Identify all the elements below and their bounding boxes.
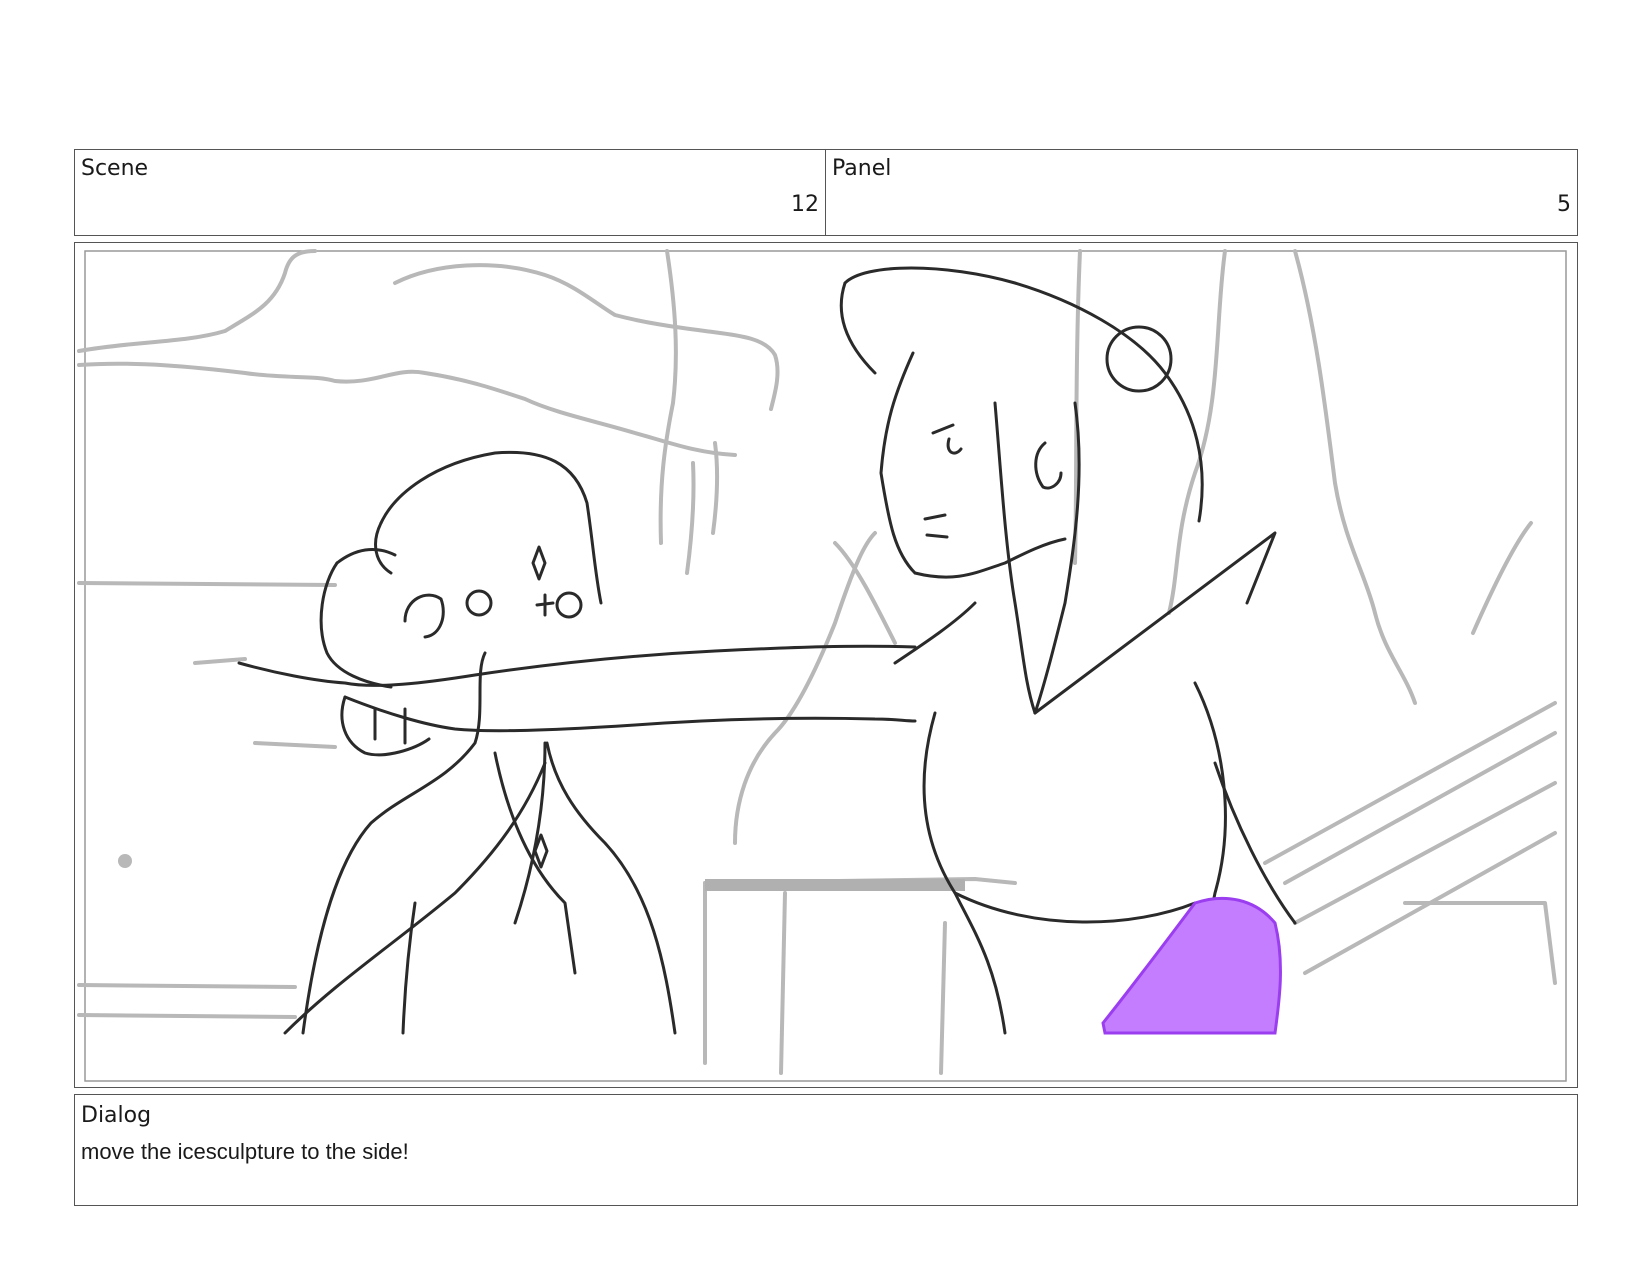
panel-number: 5 [1557, 192, 1571, 217]
scene-field: Scene 12 [74, 149, 826, 236]
dialog-text: move the icesculpture to the side! [81, 1139, 409, 1164]
panel-field: Panel 5 [825, 149, 1578, 236]
background-sketch [77, 249, 1557, 1075]
storyboard-frame [74, 242, 1578, 1088]
table-edge [705, 879, 965, 891]
scene-number: 12 [791, 192, 819, 217]
background-dot [118, 854, 132, 868]
storyboard-sketch [77, 249, 1567, 1082]
dialog-label: Dialog [81, 1103, 152, 1128]
dialog-field: Dialog move the icesculpture to the side… [74, 1094, 1578, 1206]
panel-label: Panel [832, 156, 892, 181]
scene-label: Scene [81, 156, 149, 181]
character-sketch [237, 266, 1297, 1035]
